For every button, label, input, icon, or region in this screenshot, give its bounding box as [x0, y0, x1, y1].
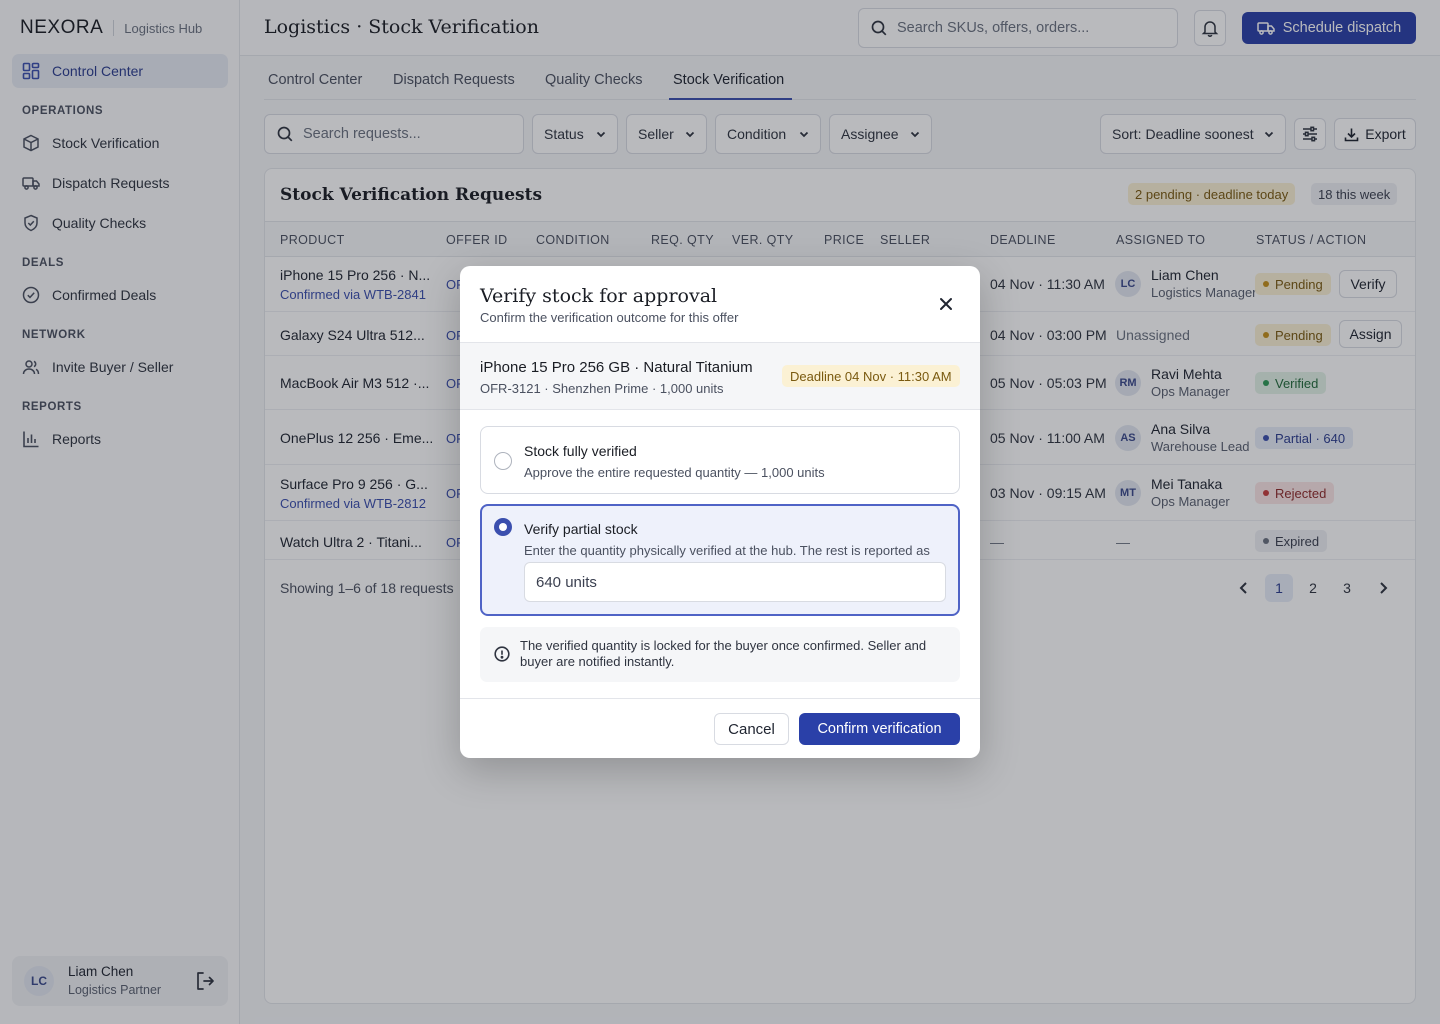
radio-fully-verified[interactable] [494, 452, 512, 470]
confirm-verification-button[interactable]: Confirm verification [799, 713, 960, 745]
option-partial-stock[interactable]: Verify partial stock Enter the quantity … [480, 504, 960, 616]
info-note: The verified quantity is locked for the … [480, 627, 960, 682]
close-icon[interactable] [938, 296, 954, 312]
modal-subtitle: Confirm the verification outcome for thi… [480, 310, 739, 325]
radio-partial-stock[interactable] [494, 518, 512, 536]
offer-summary: iPhone 15 Pro 256 GB · Natural Titanium … [460, 342, 980, 410]
option-fully-verified[interactable]: Stock fully verified Approve the entire … [480, 426, 960, 494]
modal-footer: Cancel Confirm verification [460, 698, 980, 758]
option-title: Verify partial stock [524, 521, 638, 537]
offer-product: iPhone 15 Pro 256 GB · Natural Titanium [480, 359, 753, 376]
option-description: Approve the entire requested quantity — … [524, 465, 825, 480]
option-title: Stock fully verified [524, 443, 637, 459]
info-icon [494, 646, 510, 662]
option-description: Enter the quantity physically verified a… [524, 543, 930, 558]
offer-details: OFR-3121 · Shenzhen Prime · 1,000 units [480, 381, 724, 396]
deadline-badge: Deadline 04 Nov · 11:30 AM [782, 365, 960, 387]
modal-title: Verify stock for approval [480, 285, 718, 307]
verified-quantity-input[interactable] [524, 562, 946, 602]
verify-stock-modal: Verify stock for approval Confirm the ve… [460, 266, 980, 758]
info-note-text: The verified quantity is locked for the … [520, 638, 927, 669]
cancel-button[interactable]: Cancel [714, 713, 789, 745]
